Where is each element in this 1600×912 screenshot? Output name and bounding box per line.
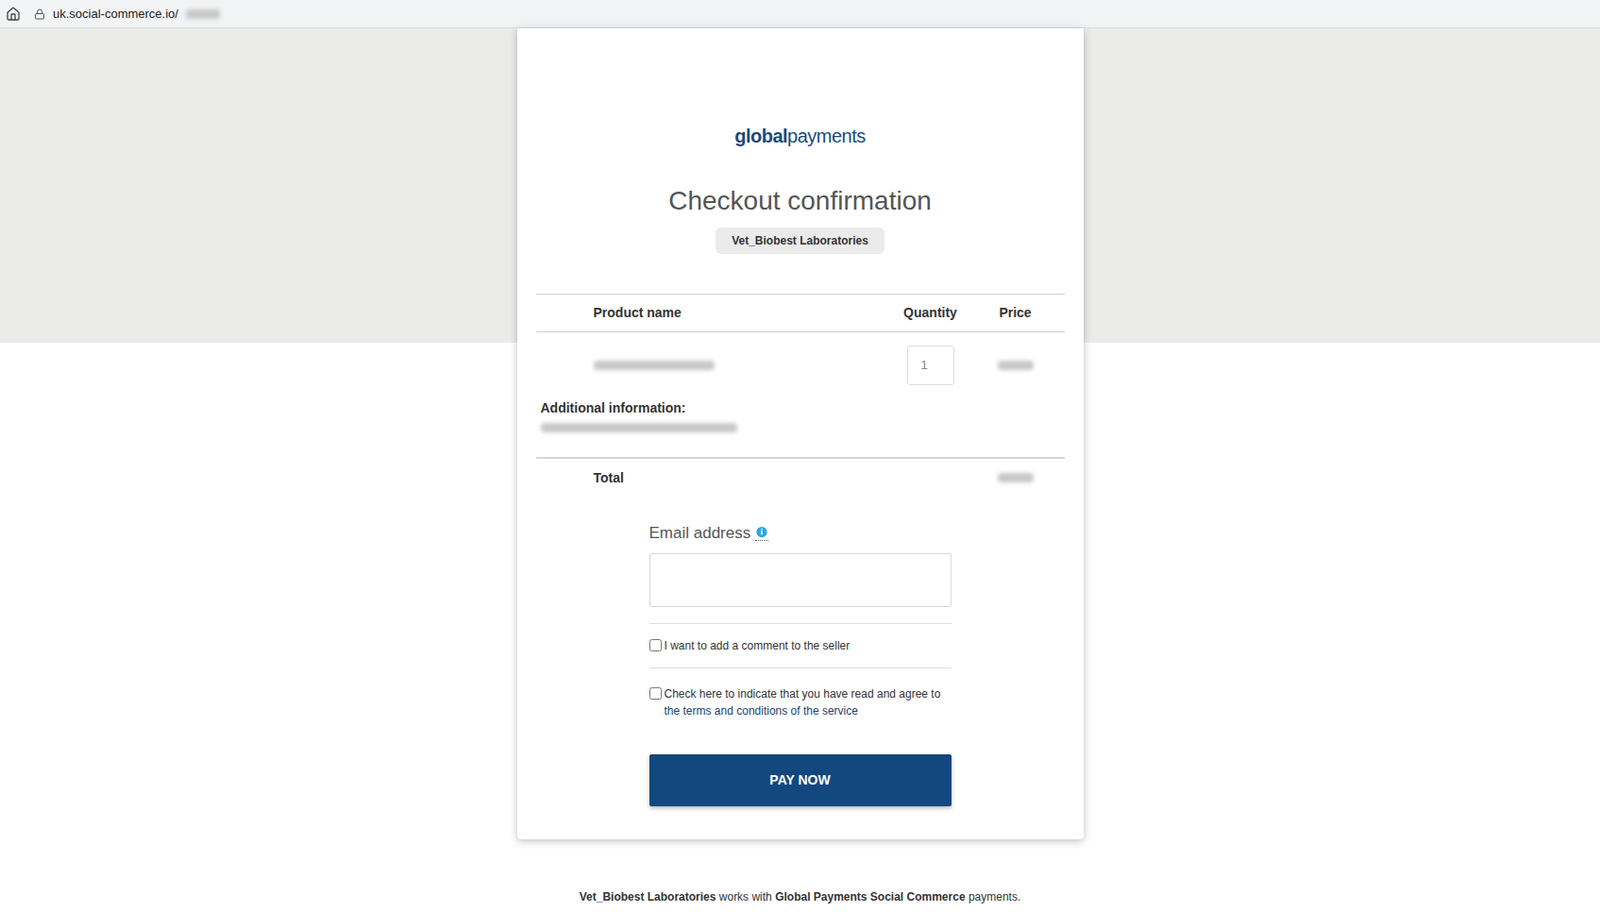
order-table: Product nameQuantityPrice 1 Additional inf… (536, 293, 1065, 497)
product-name-blurred (593, 360, 715, 371)
total-blurred (997, 472, 1034, 483)
address-blurred (185, 9, 220, 19)
column-header: Price (977, 303, 1054, 323)
page-body: globalpayments Checkout confirmation Vet_B… (0, 28, 1600, 912)
address-text[interactable]: uk.social-commerce.io/ (52, 4, 179, 24)
page-title: Checkout confirmation (668, 184, 932, 219)
address-bar[interactable]: uk.social-commerce.io/ (0, 0, 1600, 29)
checkout-card: globalpayments Checkout confirmation Vet_B… (517, 28, 1084, 840)
quantity-input[interactable]: 1 (907, 345, 955, 386)
pay-now-button[interactable]: PAY NOW (649, 754, 952, 807)
home-icon[interactable] (5, 6, 21, 22)
table-header: Product nameQuantityPrice (536, 294, 1065, 333)
lock-icon (33, 8, 46, 20)
global-payments-logo: globalpayments (734, 124, 866, 148)
column-header: Product name (593, 303, 884, 323)
additional-info: Additional information: (536, 398, 1065, 457)
total-row: Total (536, 456, 1065, 497)
checkbox-row[interactable]: I want to add a comment to the seller (649, 623, 952, 668)
price-blurred (997, 360, 1034, 371)
email-input[interactable] (649, 553, 952, 607)
terms-link[interactable]: the terms and conditions of the service (664, 704, 859, 718)
additional-info-blurred (540, 422, 738, 433)
footer: Vet_Biobest Laboratories works with Glob… (579, 888, 1022, 906)
checkbox[interactable] (649, 639, 662, 652)
page: uk.social-commerce.io/globalpayments Chec… (0, 0, 1600, 912)
checkbox[interactable] (649, 687, 662, 700)
product-row: 1 (536, 332, 1065, 399)
email-label: Email address (649, 522, 952, 544)
merchant-badge: Vet_Biobest Laboratories (715, 227, 885, 254)
column-header: Quantity (883, 303, 978, 323)
payment-form: Email address I want to add a comment to … (649, 522, 952, 807)
info-icon[interactable] (755, 525, 769, 541)
checkbox-row[interactable]: Check here to indicate that you have rea… (649, 668, 952, 720)
